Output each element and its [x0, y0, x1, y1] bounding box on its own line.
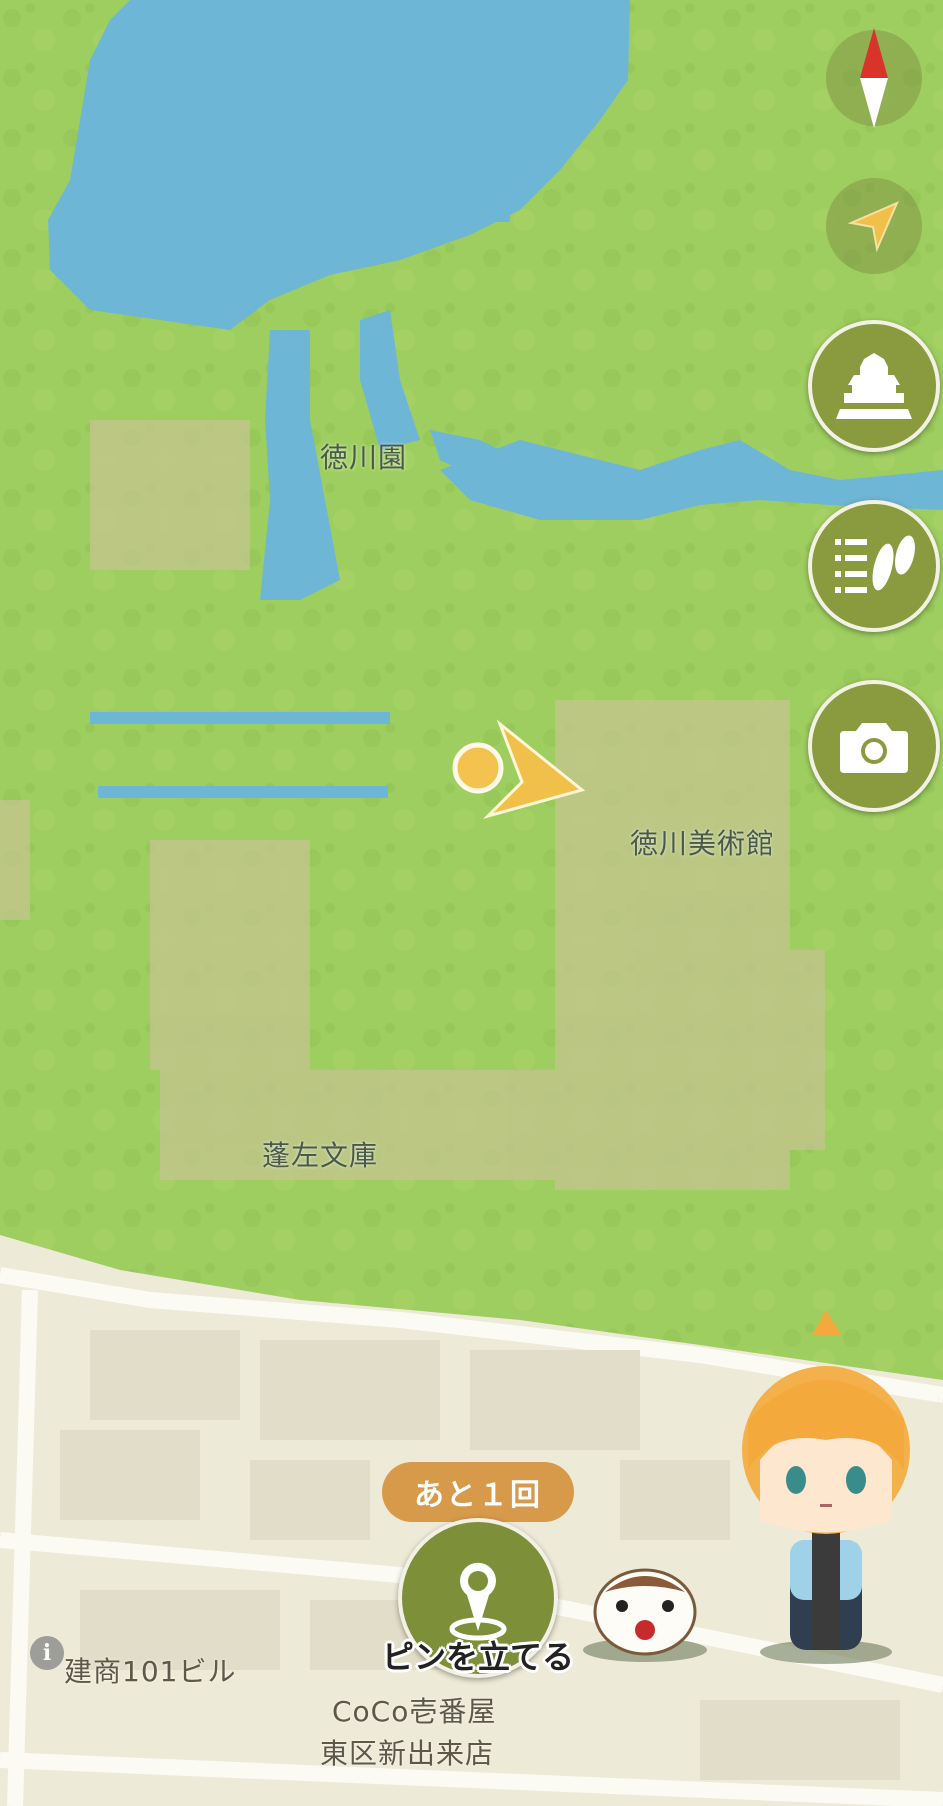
- map-label-museum: 徳川美術館: [630, 827, 776, 860]
- info-icon[interactable]: i: [30, 1636, 64, 1670]
- map-label-building: 建商101ビル: [64, 1655, 237, 1688]
- map-label-coco-line1: CoCo壱番屋: [332, 1695, 497, 1728]
- footprints-list-icon: [835, 535, 915, 593]
- map-label-tokugawaen: 徳川園: [320, 441, 408, 474]
- remaining-count-badge: あと１回: [382, 1462, 574, 1534]
- camera-button[interactable]: [808, 680, 940, 812]
- castle-icon: [836, 353, 912, 419]
- map-pin-icon: [449, 1562, 507, 1641]
- map-label-hosa-bunko: 蓬左文庫: [262, 1139, 379, 1172]
- footprints-button[interactable]: [808, 500, 940, 632]
- map-label-coco-line2: 東区新出来店: [320, 1737, 495, 1770]
- compass-button[interactable]: [826, 28, 922, 128]
- castle-button[interactable]: [808, 320, 940, 452]
- place-pin-label[interactable]: ピンを立てる: [372, 1632, 584, 1678]
- compass-icon: [860, 28, 888, 128]
- camera-icon: [840, 723, 908, 773]
- locate-button[interactable]: [826, 178, 922, 274]
- location-arrow-icon: [847, 201, 899, 253]
